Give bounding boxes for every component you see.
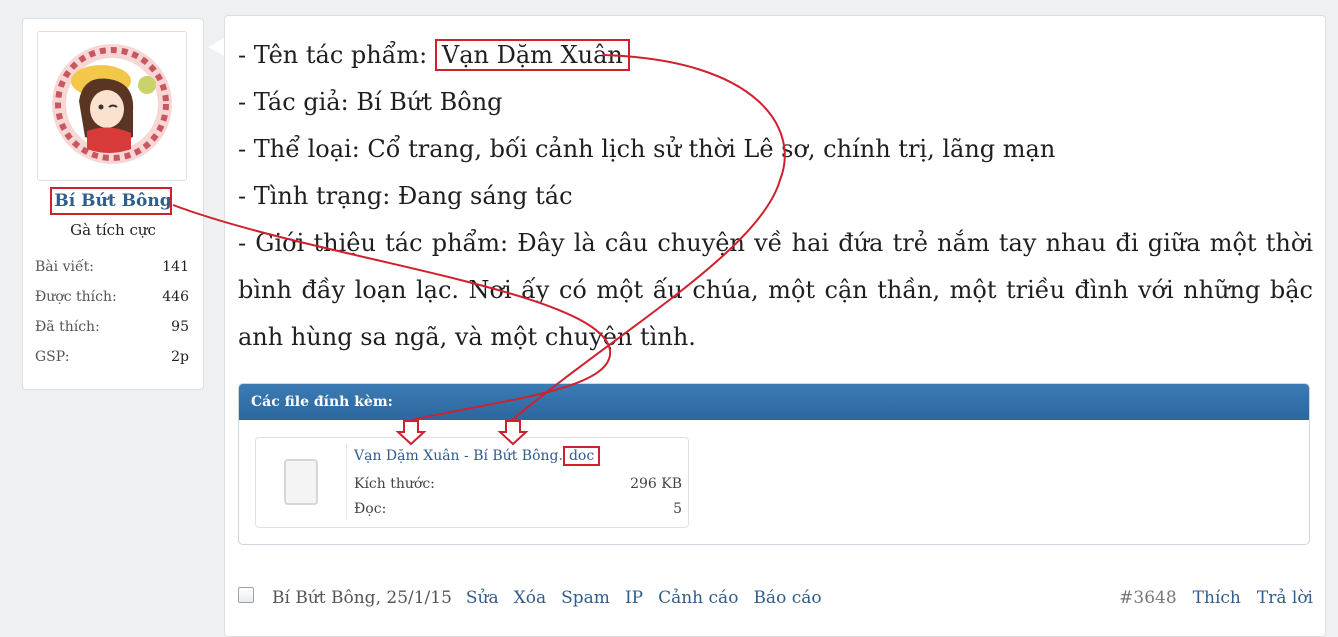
stat-likes-given: Đã thích: 95	[35, 317, 189, 347]
username-highlight-box	[50, 187, 172, 215]
stat-likes-received: Được thích: 446	[35, 287, 189, 317]
stat-value[interactable]: 141	[162, 257, 189, 287]
edit-link[interactable]: Sửa	[466, 588, 499, 608]
user-stats: Bài viết: 141 Được thích: 446 Đã thích: …	[35, 257, 189, 377]
stat-label: GSP:	[35, 349, 70, 365]
title-prefix: - Tên tác phẩm:	[238, 41, 435, 69]
post-line-title: - Tên tác phẩm: Vạn Dặm Xuân	[238, 32, 1313, 79]
post-line-author: - Tác giả: Bí Bứt Bông	[238, 88, 503, 116]
ip-link[interactable]: IP	[625, 588, 643, 608]
reads-value: 5	[673, 501, 682, 517]
work-title: Vạn Dặm Xuân	[434, 39, 630, 71]
user-info-panel: Bí Bứt Bông Gà tích cực Bài viết: 141 Đư…	[22, 18, 204, 390]
footer-right: #3648 Thích Trả lời	[1119, 588, 1313, 608]
delete-link[interactable]: Xóa	[514, 588, 546, 608]
attachments-block: Các file đính kèm: Vạn Dặm Xuân - Bí Bứt…	[238, 383, 1310, 545]
divider	[346, 444, 347, 520]
select-post-checkbox[interactable]	[238, 587, 254, 603]
attachment-meta: Kích thước: 296 KB Đọc: 5	[354, 473, 682, 523]
size-value: 296 KB	[630, 476, 682, 492]
post-line-genre: - Thể loại: Cổ trang, bối cảnh lịch sử t…	[238, 135, 1056, 163]
stat-posts: Bài viết: 141	[35, 257, 189, 287]
reply-link[interactable]: Trả lời	[1257, 588, 1313, 608]
like-link[interactable]: Thích	[1193, 588, 1241, 608]
size-label: Kích thước:	[354, 476, 435, 492]
post-number[interactable]: #3648	[1119, 588, 1177, 608]
spam-link[interactable]: Spam	[561, 588, 610, 608]
stat-label: Được thích:	[35, 289, 117, 305]
attachment-ext[interactable]: doc	[562, 446, 601, 466]
reads-label: Đọc:	[354, 501, 387, 517]
post-line-status: - Tình trạng: Đang sáng tác	[238, 182, 573, 210]
avatar-image	[52, 44, 172, 164]
avatar[interactable]	[37, 31, 187, 181]
stat-label: Bài viết:	[35, 259, 94, 275]
meta-size: Kích thước: 296 KB	[354, 473, 682, 498]
warn-link[interactable]: Cảnh cáo	[658, 588, 738, 608]
message-pointer	[208, 38, 224, 56]
stat-gsp: GSP: 2p	[35, 347, 189, 377]
stat-value[interactable]: 446	[162, 287, 189, 317]
report-link[interactable]: Báo cáo	[753, 588, 821, 608]
attachments-header: Các file đính kèm:	[239, 384, 1309, 420]
file-icon[interactable]	[284, 459, 318, 505]
stat-value: 95	[171, 319, 189, 335]
stat-label: Đã thích:	[35, 319, 100, 335]
attachment-link[interactable]: Vạn Dặm Xuân - Bí Bứt Bông. doc	[354, 446, 601, 466]
attachment-card[interactable]: Vạn Dặm Xuân - Bí Bứt Bông. doc Kích thướ…	[255, 437, 689, 528]
user-title: Gà tích cực	[70, 221, 156, 239]
attachment-name[interactable]: Vạn Dặm Xuân - Bí Bứt Bông	[354, 448, 559, 464]
meta-reads: Đọc: 5	[354, 498, 682, 523]
author-date[interactable]: Bí Bứt Bông, 25/1/15	[272, 588, 452, 608]
post-content: - Tên tác phẩm: Vạn Dặm Xuân - Tác giả: …	[238, 32, 1313, 361]
post-footer: Bí Bứt Bông, 25/1/15 Sửa Xóa Spam IP Cản…	[238, 584, 1313, 612]
stat-value: 2p	[171, 349, 189, 365]
post-line-intro: - Giới thiệu tác phẩm: Đây là câu chuyện…	[238, 229, 1313, 351]
